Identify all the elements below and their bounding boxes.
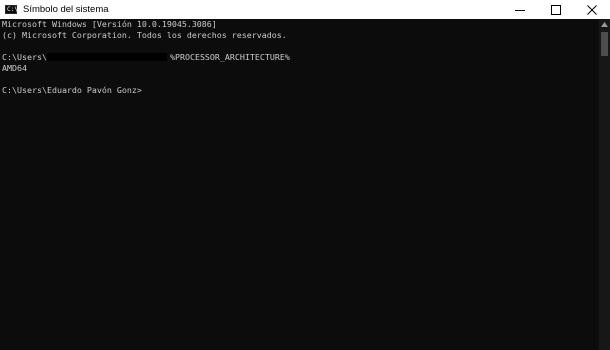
console-line-output: AMD64	[2, 63, 27, 73]
maximize-icon	[551, 4, 561, 15]
command-text: %PROCESSOR_ARCHITECTURE%	[169, 52, 290, 62]
console-line-copyright: (c) Microsoft Corporation. Todos los der…	[2, 30, 287, 40]
cmd-icon-label: C:\	[7, 5, 18, 13]
cmd-icon[interactable]: C:\	[5, 5, 18, 14]
scrollbar-thumb[interactable]	[601, 32, 608, 56]
console-output[interactable]: Microsoft Windows [Versión 10.0.19045.30…	[0, 19, 599, 350]
minimize-button[interactable]	[502, 0, 538, 19]
close-button[interactable]	[574, 0, 610, 19]
console-line-version: Microsoft Windows [Versión 10.0.19045.30…	[2, 19, 217, 29]
console-line-command: C:\Users\ %PROCESSOR_ARCHITECTURE%	[2, 52, 599, 63]
command-prefix: C:\Users\	[2, 52, 47, 62]
console-line-prompt: C:\Users\Eduardo Pavón Gonz>	[2, 85, 142, 95]
scroll-up-button[interactable]	[599, 19, 610, 30]
redacted-username	[46, 53, 167, 61]
maximize-button[interactable]	[538, 0, 574, 19]
minimize-icon	[515, 9, 525, 11]
title-bar[interactable]: C:\ Símbolo del sistema	[0, 0, 610, 19]
vertical-scrollbar[interactable]	[599, 19, 610, 350]
window-title: Símbolo del sistema	[23, 4, 109, 15]
scroll-up-arrow-icon	[601, 22, 608, 27]
window-controls	[502, 0, 610, 19]
command-prompt-window: C:\ Símbolo del sistema Microsoft Window…	[0, 0, 610, 350]
close-icon	[587, 4, 597, 15]
